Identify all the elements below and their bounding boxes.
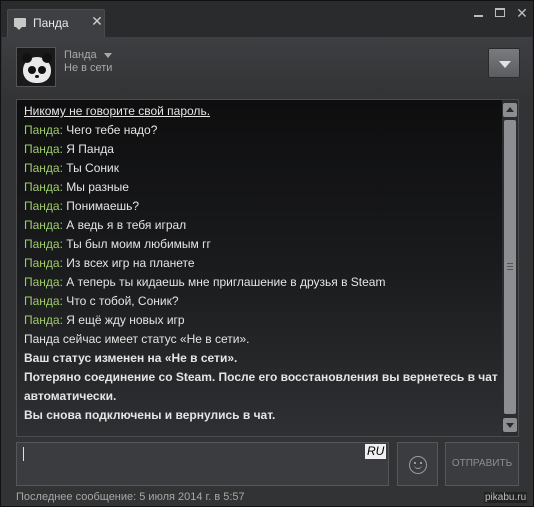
maximize-icon[interactable] <box>491 5 509 21</box>
status-line: Панда сейчас имеет статус «Не в сети». <box>24 332 250 346</box>
language-indicator: RU <box>365 444 387 459</box>
sender-name[interactable]: Панда: <box>24 161 63 175</box>
watermark: pikabu.ru <box>484 492 528 503</box>
close-icon[interactable]: ✕ <box>90 14 104 28</box>
sender-name[interactable]: Панда: <box>24 237 63 251</box>
message-text: Мы разные <box>66 180 129 194</box>
chevron-down-icon[interactable] <box>104 53 112 58</box>
chat-icon <box>14 18 26 30</box>
message-text: А теперь ты кидаешь мне приглашение в др… <box>66 275 386 289</box>
chat-message: Панда: Я ещё жду новых игр <box>24 311 502 330</box>
sender-name[interactable]: Панда: <box>24 218 63 232</box>
title-bar: Панда ✕ ✕ <box>1 1 533 37</box>
friend-status: Не в сети <box>64 62 113 74</box>
message-text: Чего тебе надо? <box>66 123 158 137</box>
message-text: Ты был моим любимым гг <box>66 237 211 251</box>
chat-lines: Никому не говорите свой пароль. Панда: Ч… <box>24 102 502 425</box>
scroll-thumb[interactable] <box>504 120 516 414</box>
chat-message: Панда: Я Панда <box>24 140 502 159</box>
sender-name[interactable]: Панда: <box>24 256 63 270</box>
text-cursor <box>23 447 24 461</box>
chat-message: Панда: Чего тебе надо? <box>24 121 502 140</box>
friend-header: Панда Не в сети <box>2 37 532 99</box>
system-notice: Ваш статус изменен на «Не в сети». <box>24 351 238 365</box>
chat-tab[interactable]: Панда ✕ <box>7 9 105 37</box>
chat-menu-button[interactable] <box>488 48 520 78</box>
sender-name[interactable]: Панда: <box>24 275 63 289</box>
chevron-down-icon <box>499 61 511 68</box>
system-notice: Потеряно соединение со Steam. После его … <box>24 370 498 403</box>
chat-message: Панда: Что с тобой, Соник? <box>24 292 502 311</box>
minimize-icon[interactable] <box>469 5 487 21</box>
chat-message: Панда: Мы разные <box>24 178 502 197</box>
send-button[interactable]: ОТПРАВИТЬ <box>445 442 519 486</box>
sender-name[interactable]: Панда: <box>24 199 63 213</box>
chat-message: Панда: Ты был моим любимым гг <box>24 235 502 254</box>
message-input[interactable]: RU <box>16 442 389 486</box>
chat-message: Панда: Ты Соник <box>24 159 502 178</box>
steam-chat-window: Панда ✕ ✕ Панда Не в сети Никому не гово… <box>0 0 534 507</box>
message-text: Понимаешь? <box>66 199 140 213</box>
sender-name[interactable]: Панда: <box>24 313 63 327</box>
scroll-down-button[interactable] <box>503 418 517 432</box>
message-text: Что с тобой, Соник? <box>66 294 179 308</box>
message-text: Из всех игр на планете <box>66 256 195 270</box>
system-warning: Никому не говорите свой пароль. <box>24 104 211 118</box>
window-close-icon[interactable]: ✕ <box>513 5 531 21</box>
avatar[interactable] <box>16 47 56 87</box>
sender-name[interactable]: Панда: <box>24 180 63 194</box>
chat-message: Панда: А теперь ты кидаешь мне приглашен… <box>24 273 502 292</box>
chat-scrollbar[interactable] <box>502 100 518 436</box>
scroll-up-button[interactable] <box>503 103 517 117</box>
message-text: Я ещё жду новых игр <box>66 313 185 327</box>
message-text: Я Панда <box>66 142 114 156</box>
emoji-button[interactable] <box>397 442 438 486</box>
tab-title: Панда <box>33 16 69 30</box>
sender-name[interactable]: Панда: <box>24 142 63 156</box>
friend-name[interactable]: Панда <box>64 49 97 61</box>
system-notice: Вы снова подключены и вернулись в чат. <box>24 408 276 422</box>
sender-name[interactable]: Панда: <box>24 294 63 308</box>
chat-message: Панда: А ведь я в тебя играл <box>24 216 502 235</box>
chat-message: Панда: Понимаешь? <box>24 197 502 216</box>
sender-name[interactable]: Панда: <box>24 123 63 137</box>
last-message-info: Последнее сообщение: 5 июля 2014 г. в 5:… <box>16 491 245 503</box>
chat-log: Никому не говорите свой пароль. Панда: Ч… <box>16 99 519 437</box>
chat-message: Панда: Из всех игр на планете <box>24 254 502 273</box>
message-text: Ты Соник <box>66 161 119 175</box>
message-text: А ведь я в тебя играл <box>66 218 187 232</box>
emoji-icon <box>409 456 427 474</box>
